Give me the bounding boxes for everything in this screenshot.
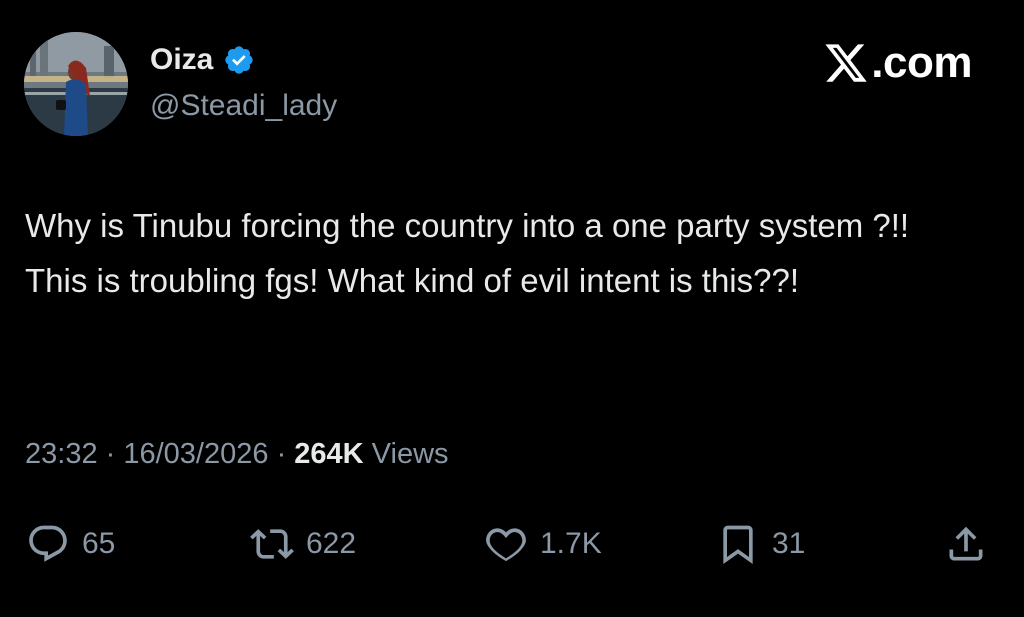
meta-separator: · [97,438,124,470]
action-bar: 65 622 1.7K 31 [0,518,1024,570]
bookmark-count: 31 [772,527,806,560]
repost-icon [250,529,294,559]
views-label: Views [363,438,449,470]
brand-domain-label: .com [871,38,972,87]
tweet-body: Why is Tinubu forcing the country into a… [25,198,985,308]
share-button[interactable] [944,518,988,570]
repost-count: 622 [306,527,357,560]
like-button[interactable]: 1.7K [484,518,602,570]
tweet-meta: 23:32 · 16/03/2026 · 264K Views [25,434,449,474]
avatar-photo [24,32,128,136]
tweet-text-line: This is troubling fgs! What kind of evil… [25,262,800,299]
like-count: 1.7K [540,527,602,560]
bookmark-button[interactable]: 31 [716,518,805,570]
meta-separator: · [268,438,295,470]
repost-button[interactable]: 622 [250,518,356,570]
avatar[interactable] [24,32,128,136]
reply-icon [29,525,67,562]
tweet-time[interactable]: 23:32 [25,438,98,470]
share-icon [949,526,983,561]
x-logo-icon [825,44,868,82]
verified-badge-icon [225,46,254,74]
tweet-text-line: Why is Tinubu forcing the country into a… [25,207,910,244]
heart-icon [486,528,526,562]
bookmark-icon [723,525,753,565]
author-name-row: Oiza [150,40,255,80]
author-display-name[interactable]: Oiza [150,40,213,80]
brand-watermark: .com [823,38,972,88]
tweet-date[interactable]: 16/03/2026 [123,438,268,470]
reply-button[interactable]: 65 [26,518,115,570]
author-handle[interactable]: @Steadi_lady [150,86,337,126]
reply-count: 65 [82,527,116,560]
views-count[interactable]: 264K [294,438,363,470]
